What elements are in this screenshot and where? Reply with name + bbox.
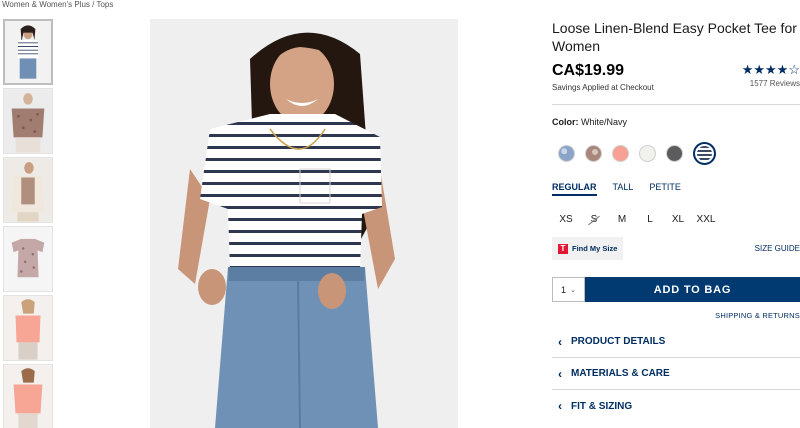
add-to-bag-row: 1 ⌄ ADD TO BAG	[552, 277, 800, 302]
reviews-count-link[interactable]: 1577 Reviews	[750, 79, 800, 88]
price-rating-row: CA$19.99 Savings Applied at Checkout ★★★…	[552, 62, 800, 96]
savings-note: Savings Applied at Checkout	[552, 83, 654, 92]
chevron-left-icon: ‹	[558, 334, 562, 349]
tab-tall[interactable]: TALL	[613, 182, 634, 196]
fit-help-row: T Find My Size SIZE GUIDE	[552, 237, 800, 261]
accordion-label: FIT & SIZING	[571, 400, 633, 412]
selected-color: White/Navy	[581, 117, 628, 127]
accordion-materials-care[interactable]: ‹ MATERIALS & CARE	[552, 358, 800, 390]
size-guide-link[interactable]: SIZE GUIDE	[755, 244, 800, 253]
tab-petite[interactable]: PETITE	[649, 182, 681, 196]
color-label-row: Color: White/Navy	[552, 117, 800, 127]
swatch-blue-floral[interactable]	[558, 145, 575, 162]
thumbnail-image	[4, 89, 52, 153]
thumbnail-5[interactable]	[3, 295, 53, 361]
product-title: Loose Linen-Blend Easy Pocket Tee for Wo…	[552, 20, 797, 54]
size-xs[interactable]: XS	[552, 210, 580, 229]
product-price: CA$19.99	[552, 62, 625, 79]
find-my-size-button[interactable]: T Find My Size	[552, 237, 624, 260]
size-xxl[interactable]: XXL	[692, 210, 720, 229]
accordion-product-details[interactable]: ‹ PRODUCT DETAILS	[552, 326, 800, 358]
size-options: XS S M L XL XXL	[552, 210, 800, 229]
divider	[552, 104, 800, 105]
main-product-image[interactable]	[150, 19, 458, 428]
thumbnail-1[interactable]	[3, 19, 53, 85]
size-s[interactable]: S	[580, 210, 608, 229]
quantity-select[interactable]: 1 ⌄	[552, 277, 585, 302]
thumbnail-image	[4, 365, 52, 428]
true-fit-logo-icon: T	[558, 243, 568, 254]
thumbnail-list	[3, 19, 55, 428]
accordion-label: PRODUCT DETAILS	[571, 336, 666, 347]
product-info-panel: Loose Linen-Blend Easy Pocket Tee for Wo…	[552, 19, 800, 422]
swatch-white[interactable]	[639, 145, 656, 162]
tab-regular[interactable]: REGULAR	[552, 182, 597, 196]
model-photo	[150, 19, 458, 428]
color-swatches	[552, 142, 800, 165]
swatch-coral[interactable]	[612, 145, 629, 162]
quantity-value: 1	[561, 284, 567, 295]
swatch-charcoal[interactable]	[666, 145, 683, 162]
chevron-left-icon: ‹	[558, 366, 562, 381]
rating-stars-icon[interactable]: ★★★★☆	[742, 62, 800, 78]
chevron-down-icon: ⌄	[570, 286, 576, 294]
thumbnail-4[interactable]	[3, 226, 53, 292]
chevron-left-icon: ‹	[558, 399, 562, 413]
accordion-label: MATERIALS & CARE	[571, 368, 670, 379]
thumbnail-6[interactable]	[3, 364, 53, 428]
thumbnail-image	[4, 296, 52, 360]
swatch-brown-floral[interactable]	[585, 145, 602, 162]
thumbnail-2[interactable]	[3, 88, 53, 154]
thumbnail-image	[5, 21, 51, 83]
size-m[interactable]: M	[608, 210, 636, 229]
size-l[interactable]: L	[636, 210, 664, 229]
swatch-white-navy-stripe[interactable]	[693, 142, 716, 165]
find-my-size-label: Find My Size	[572, 244, 618, 253]
size-xl[interactable]: XL	[664, 210, 692, 229]
shipping-returns-link[interactable]: SHIPPING & RETURNS	[552, 311, 800, 320]
breadcrumb-link[interactable]: Women & Women's Plus / Tops	[2, 0, 113, 9]
accordion-fit-sizing[interactable]: ‹ FIT & SIZING	[552, 390, 800, 422]
fit-tabs: REGULAR TALL PETITE	[552, 182, 800, 196]
thumbnail-image	[4, 158, 52, 222]
breadcrumb[interactable]: Women & Women's Plus / Tops	[2, 0, 113, 9]
thumbnail-image	[4, 227, 52, 291]
color-label: Color:	[552, 117, 579, 127]
add-to-bag-button[interactable]: ADD TO BAG	[585, 277, 800, 302]
accordion-list: ‹ PRODUCT DETAILS ‹ MATERIALS & CARE ‹ F…	[552, 326, 800, 422]
thumbnail-3[interactable]	[3, 157, 53, 223]
